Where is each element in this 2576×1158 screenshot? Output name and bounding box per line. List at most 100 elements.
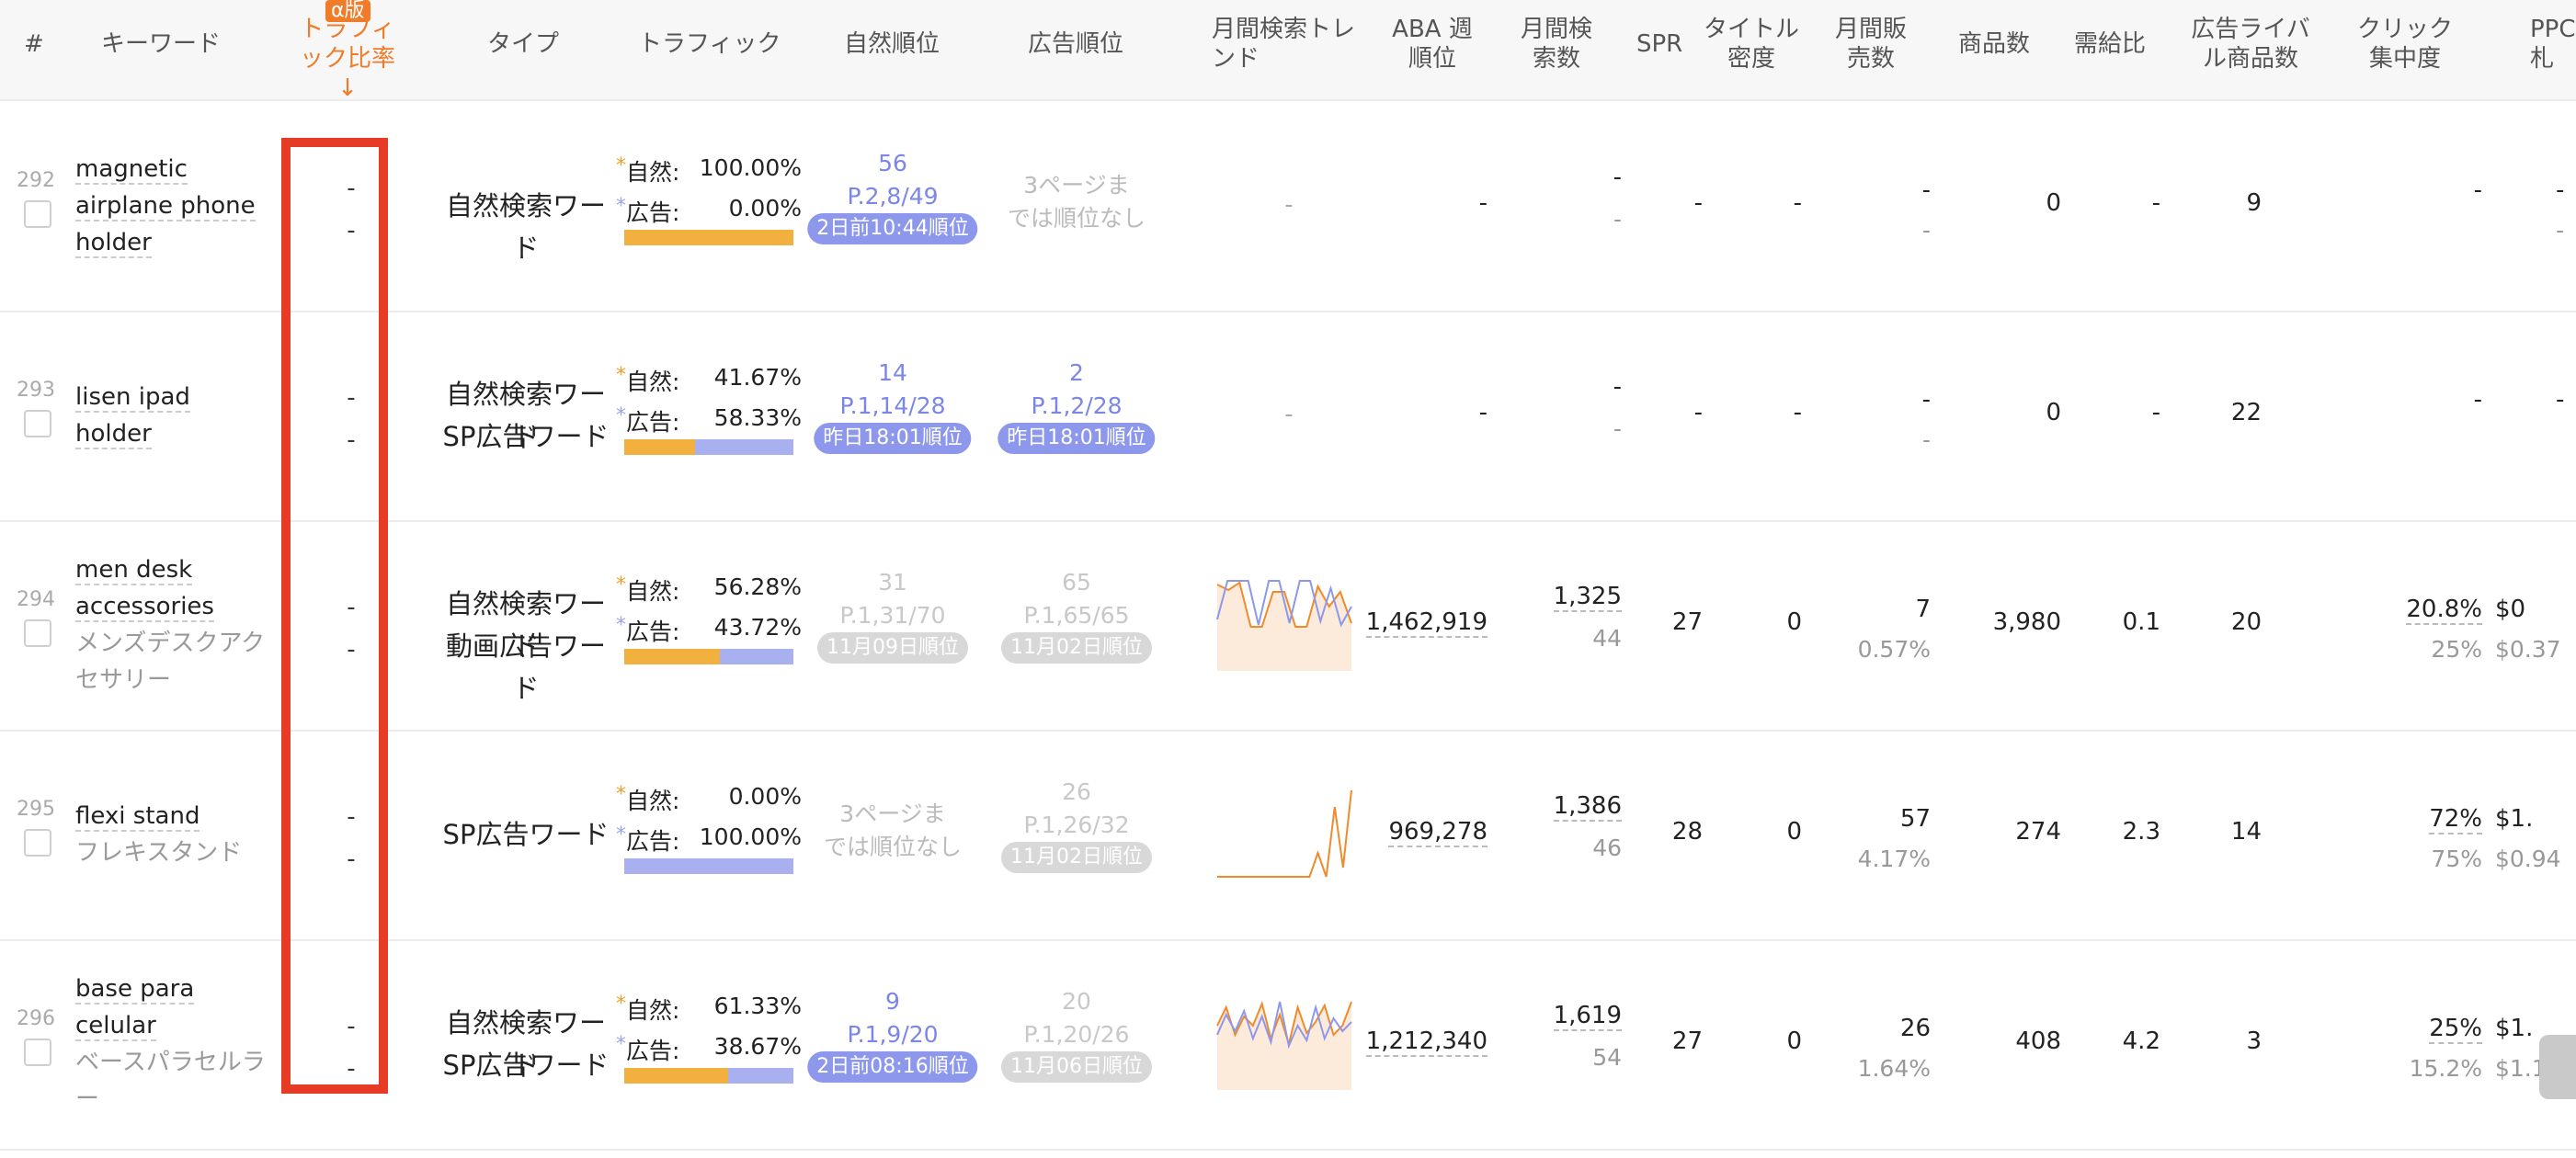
ad-label: *広告: [616,1033,680,1064]
table-header: # キーワード α版 トラフィ ック比率↓ タイプ トラフィック 自然順位 広告… [0,0,2576,103]
header-organic-rank[interactable]: 自然順位 [844,29,940,59]
keyword-translation: フレキスタンド [75,839,243,867]
organic-rank-value[interactable]: 14 [796,357,989,390]
click-concentration-text: - [2473,386,2482,414]
row-divider [0,1149,2576,1151]
header-traffic[interactable]: トラフィック [638,29,781,59]
ad-rank-value: 65 [1062,569,1091,596]
keyword-link[interactable]: base para [75,971,195,1007]
row-checkbox[interactable] [24,829,51,857]
header-ppc[interactable]: PPC 札 [2530,15,2576,74]
organic-rank-value[interactable]: 9 [796,985,989,1018]
ad-traffic-pct: 58.33% [713,404,802,431]
keyword-text: holder [75,420,152,449]
keyword-type: 自然検索ワード [445,190,606,264]
header-title-density[interactable]: タイトル 密度 [1701,15,1802,74]
organic-traffic-bar [624,1068,728,1084]
click-concentration-text: 25% [2429,1015,2482,1044]
ad-rank-value[interactable]: P.1,2/28 [980,390,1173,423]
monthly-search-text: 1,619 [1553,1002,1622,1031]
ad-rank-value[interactable]: 2 [980,357,1173,390]
row-checkbox[interactable] [24,1039,51,1066]
ad-traffic-bar [728,1068,793,1084]
organic-label: *自然: [616,154,680,186]
spr-value: - [1693,399,1703,426]
monthly-search: 1,619 [1508,1002,1622,1031]
ad-rank-value: 3ページま [1023,172,1130,199]
ad-rank-value: P.1,20/26 [1023,1021,1130,1048]
spr-value: - [1693,189,1703,217]
header-ad-rivals[interactable]: 広告ライバ ル商品数 [2186,15,2315,74]
organic-rank-value[interactable]: P.2,8/49 [796,180,989,213]
monthly-search-text: 1,386 [1553,792,1622,822]
organic-rank-value[interactable]: P.1,14/28 [796,390,989,423]
header-products[interactable]: 商品数 [1958,29,2030,59]
monthly-sales-value: 26 [1899,1015,1931,1042]
monthly-sales-rate: - [1921,426,1931,453]
monthly-sales-value: - [1921,386,1931,414]
keyword-link[interactable]: lisen ipad [75,379,190,415]
ppc-bid-text: - [2556,176,2565,204]
supply-demand-value: 0.1 [2122,608,2160,636]
row-checkbox[interactable] [24,619,51,647]
keyword-translation: ベースパラセルラ [75,1049,266,1076]
monthly-search: - [1508,373,1622,401]
organic-traffic-pct: 0.00% [728,783,802,810]
ppc-bid-text: - [2556,386,2565,414]
title-density-value: 0 [1786,818,1802,846]
ad-rivals-value: 9 [2246,189,2262,217]
header-supply-demand[interactable]: 需給比 [2074,29,2146,59]
keyword-type: SP広告ワード [442,421,610,452]
trend-line [1217,789,1352,878]
keyword-link[interactable]: holder [75,415,152,452]
trend-area [1217,583,1351,671]
keyword-translation: ー [75,1085,100,1113]
monthly-sales-rate: - [1921,217,1931,244]
header-monthly-search[interactable]: 月間検 索数 [1515,15,1598,74]
row-checkbox[interactable] [24,410,51,437]
organic-rank-value[interactable]: P.1,9/20 [796,1018,989,1051]
trend-area [1217,1002,1351,1090]
row-number: 293 [17,379,55,402]
organic-traffic-bar [624,649,720,664]
keyword-link[interactable]: men desk [75,551,193,588]
organic-rank-value: 3ページま [839,800,946,827]
aba-rank: 1,212,340 [1361,1027,1487,1057]
header-ad-rank[interactable]: 広告順位 [1028,29,1123,59]
monthly-search-sub: 44 [1592,625,1622,652]
keyword-link[interactable]: flexi stand [75,798,200,834]
keyword-text: airplane phone [75,192,256,221]
click-concentration-sub: 25% [2431,636,2482,663]
ad-traffic-bar [624,858,793,874]
products-count: 0 [2046,399,2061,426]
ad-traffic-pct: 100.00% [699,823,802,850]
ad-traffic-pct: 38.67% [713,1033,802,1060]
keyword-type: SP広告ワード [442,1050,610,1081]
header-traffic-ratio[interactable]: トラフィ ック比率↓ [292,15,403,103]
organic-traffic-pct: 56.28% [713,573,802,600]
ppc-bid-sub: - [2556,217,2565,244]
aba-rank: 1,462,919 [1361,608,1487,638]
keyword-link[interactable]: celular [75,1007,156,1044]
highlight-box [281,138,388,1094]
keyword-link[interactable]: airplane phone [75,187,256,224]
title-density-value: 0 [1786,1027,1802,1055]
header-keyword[interactable]: キーワード [101,29,221,59]
scroll-top-button[interactable] [2539,1035,2576,1099]
ad-traffic-pct: 43.72% [713,614,802,641]
header-monthly-sales[interactable]: 月間販 売数 [1829,15,1912,74]
keyword-link[interactable]: magnetic [75,151,188,187]
trend-empty: - [1284,191,1294,219]
keyword-link[interactable]: accessories [75,588,214,625]
supply-demand-value: - [2151,399,2160,426]
header-click-concentration[interactable]: クリック 集中度 [2350,15,2460,74]
row-checkbox[interactable] [24,200,51,228]
header-aba[interactable]: ABA 週順位 [1386,15,1478,74]
organic-rank-time-pill: 昨日18:01順位 [814,423,972,454]
keyword-link[interactable]: holder [75,224,152,261]
organic-rank-value[interactable]: 56 [796,147,989,180]
organic-traffic-pct: 41.67% [713,364,802,391]
products-count: 3,980 [1992,608,2061,636]
monthly-search-sub: - [1613,206,1622,233]
header-spr[interactable]: SPR [1636,29,1682,59]
